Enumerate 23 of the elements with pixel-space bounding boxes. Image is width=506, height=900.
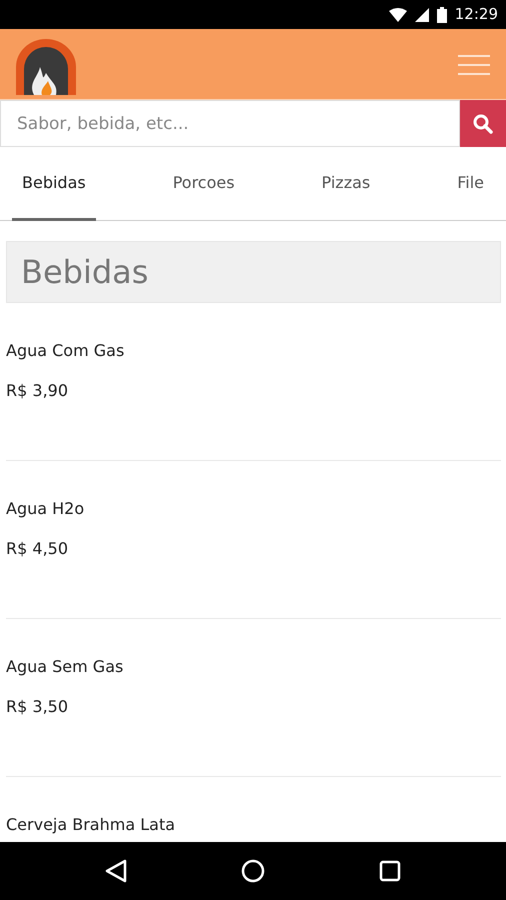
menu-icon	[458, 54, 490, 76]
status-time: 12:29	[454, 4, 498, 26]
wifi-icon	[388, 8, 407, 22]
search-icon	[472, 114, 493, 134]
item-price: R$ 3,50	[6, 696, 70, 718]
item-price: R$ 3,90	[6, 380, 70, 402]
item-name: Agua Com Gas	[6, 340, 126, 362]
search-field[interactable]: Sabor, bebida, etc...	[0, 100, 460, 147]
item-name: Agua Sem Gas	[6, 656, 124, 678]
signal-icon	[414, 8, 429, 22]
recents-icon[interactable]	[379, 860, 401, 882]
search-button[interactable]	[460, 100, 506, 147]
battery-icon	[436, 6, 447, 22]
tab[interactable]: Porcoes	[162, 147, 245, 221]
section-title: Bebidas	[6, 241, 501, 303]
item-price: R$ 4,50	[6, 538, 70, 560]
tab[interactable]: File	[447, 147, 494, 221]
item-name: Cerveja Brahma Lata	[6, 814, 176, 836]
item-name: Agua H2o	[6, 498, 86, 520]
home-icon[interactable]	[241, 859, 265, 883]
tab[interactable]: Pizzas	[312, 147, 380, 221]
tab[interactable]: Bebidas	[12, 147, 96, 221]
back-icon[interactable]	[105, 859, 127, 883]
